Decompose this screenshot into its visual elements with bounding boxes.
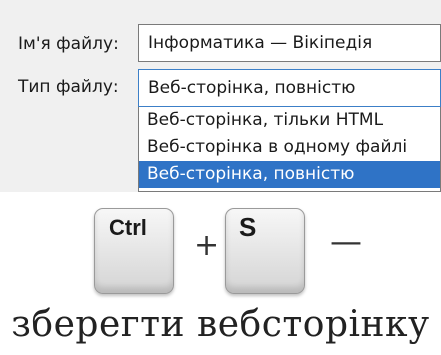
filetype-option-html-only[interactable]: Веб-сторінка, тільки HTML bbox=[139, 107, 440, 134]
filetype-option-single-file[interactable]: Веб-сторінка в одному файлі bbox=[139, 134, 440, 161]
filename-label: Ім'я файлу: bbox=[18, 34, 119, 54]
ctrl-key-label: Ctrl bbox=[109, 215, 147, 240]
ctrl-key: Ctrl bbox=[94, 208, 174, 294]
filetype-option-complete[interactable]: Веб-сторінка, повністю bbox=[139, 161, 440, 188]
filetype-label: Тип файлу: bbox=[18, 77, 119, 97]
save-dialog: Ім'я файлу: Інформатика — Вікіпедія Тип … bbox=[0, 0, 441, 192]
filetype-select[interactable]: Веб-сторінка, повністю bbox=[138, 69, 441, 107]
dash: — bbox=[330, 222, 362, 260]
plus-sign: + bbox=[194, 228, 220, 263]
filetype-dropdown-list: Веб-сторінка, тільки HTML Веб-сторінка в… bbox=[138, 107, 441, 192]
s-key: S bbox=[225, 208, 305, 294]
filename-input[interactable]: Інформатика — Вікіпедія bbox=[138, 24, 441, 62]
s-key-label: S bbox=[239, 212, 257, 242]
caption: зберегти вебсторінку bbox=[11, 304, 430, 345]
